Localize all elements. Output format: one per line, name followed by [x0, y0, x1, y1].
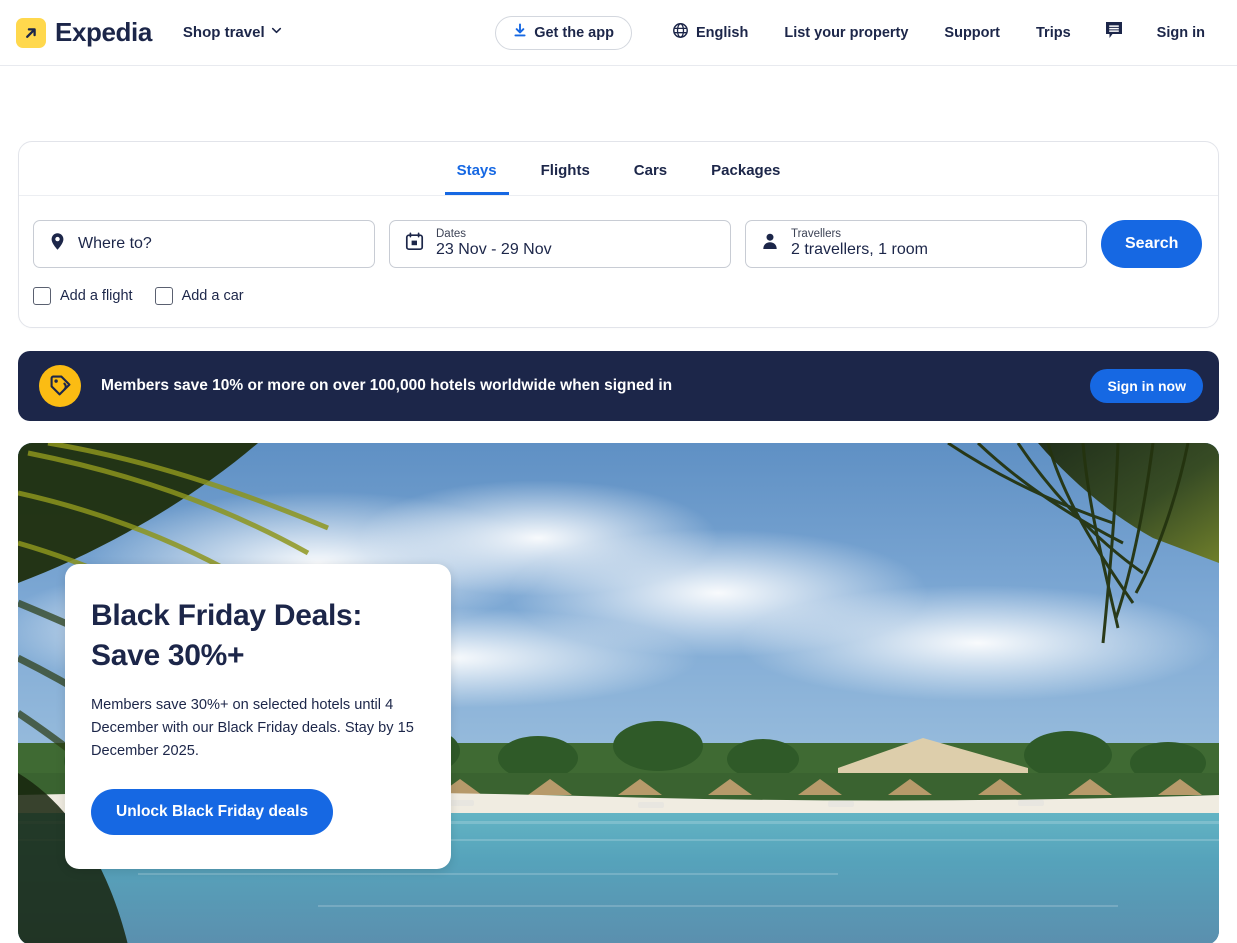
travellers-label: Travellers — [791, 228, 842, 241]
dates-value: 23 Nov - 29 Nov — [436, 241, 552, 259]
destination-field[interactable]: Where to? — [33, 220, 375, 268]
travellers-value: 2 travellers, 1 room — [791, 241, 928, 259]
add-a-car-label: Add a car — [181, 288, 244, 304]
person-icon — [761, 232, 779, 256]
member-savings-banner: Members save 10% or more on over 100,000… — [18, 351, 1219, 421]
tab-cars[interactable]: Cars — [622, 154, 679, 195]
language-selector[interactable]: English — [654, 13, 766, 53]
get-the-app-button[interactable]: Get the app — [495, 15, 632, 50]
header-nav: Get the app English List your property S… — [495, 13, 1223, 53]
hero-title-line1: Black Friday Deals: — [91, 599, 363, 632]
download-icon — [513, 23, 527, 42]
unlock-black-friday-deals-button[interactable]: Unlock Black Friday deals — [91, 789, 334, 836]
dates-value-stack: Dates 23 Nov - 29 Nov — [436, 228, 552, 260]
trips-link[interactable]: Trips — [1018, 13, 1089, 53]
message-bubble-icon — [1103, 19, 1125, 46]
sign-in-label: Sign in — [1156, 24, 1205, 41]
globe-icon — [672, 22, 689, 43]
site-header: Expedia Shop travel Get the app English … — [0, 0, 1237, 66]
support-link[interactable]: Support — [926, 13, 1018, 53]
travellers-field[interactable]: Travellers 2 travellers, 1 room — [745, 220, 1087, 268]
dates-label: Dates — [436, 228, 467, 241]
shop-travel-menu[interactable]: Shop travel — [183, 24, 283, 41]
dates-field[interactable]: Dates 23 Nov - 29 Nov — [389, 220, 731, 268]
hero-title-line2: Save 30%+ — [91, 638, 245, 672]
search-button[interactable]: Search — [1101, 220, 1203, 268]
sign-in-link[interactable]: Sign in — [1139, 13, 1223, 53]
destination-placeholder: Where to? — [78, 235, 152, 252]
top-spacer — [18, 66, 1219, 141]
tab-flights[interactable]: Flights — [529, 154, 602, 195]
search-tabs: Stays Flights Cars Packages — [19, 142, 1218, 196]
member-banner-text: Members save 10% or more on over 100,000… — [101, 377, 673, 394]
support-label: Support — [944, 24, 1000, 41]
checkbox-box-flight[interactable] — [33, 287, 51, 305]
checkbox-box-car[interactable] — [154, 287, 173, 305]
language-label: English — [695, 24, 749, 41]
get-the-app-label: Get the app — [534, 24, 614, 41]
travellers-value-stack: Travellers 2 travellers, 1 room — [791, 228, 928, 260]
search-fields: Where to? Dates 23 Nov - 29 Nov Travelle… — [19, 196, 1218, 268]
tab-stays[interactable]: Stays — [444, 154, 509, 195]
add-a-flight-checkbox[interactable]: Add a flight — [33, 287, 133, 305]
hero-promo-card: Black Friday Deals: Save 30%+ Members sa… — [65, 564, 451, 870]
list-your-property-link[interactable]: List your property — [766, 13, 926, 53]
chevron-down-icon — [270, 24, 283, 41]
location-pin-icon — [49, 232, 66, 256]
list-your-property-label: List your property — [784, 24, 909, 41]
trips-label: Trips — [1036, 24, 1071, 41]
add-a-car-checkbox[interactable]: Add a car — [154, 287, 244, 305]
shop-travel-label: Shop travel — [182, 24, 265, 41]
sign-in-now-button[interactable]: Sign in now — [1090, 369, 1203, 403]
calendar-icon — [405, 232, 424, 256]
search-widget: Stays Flights Cars Packages Where to? Da… — [18, 141, 1219, 328]
tab-packages[interactable]: Packages — [699, 154, 792, 195]
hero-banner: Black Friday Deals: Save 30%+ Members sa… — [18, 443, 1219, 943]
hero-body-text: Members save 30%+ on selected hotels unt… — [91, 697, 414, 760]
expedia-logo[interactable]: Expedia — [16, 17, 152, 48]
brand-name: Expedia — [55, 17, 152, 47]
messages-button[interactable] — [1089, 13, 1139, 53]
arrow-up-right-icon — [16, 17, 46, 48]
price-tag-icon — [39, 365, 81, 407]
hero-title: Black Friday Deals: Save 30%+ — [91, 596, 417, 675]
search-options: Add a flight Add a car — [19, 268, 1218, 305]
add-a-flight-label: Add a flight — [60, 288, 133, 304]
page-content: Stays Flights Cars Packages Where to? Da… — [0, 66, 1237, 943]
